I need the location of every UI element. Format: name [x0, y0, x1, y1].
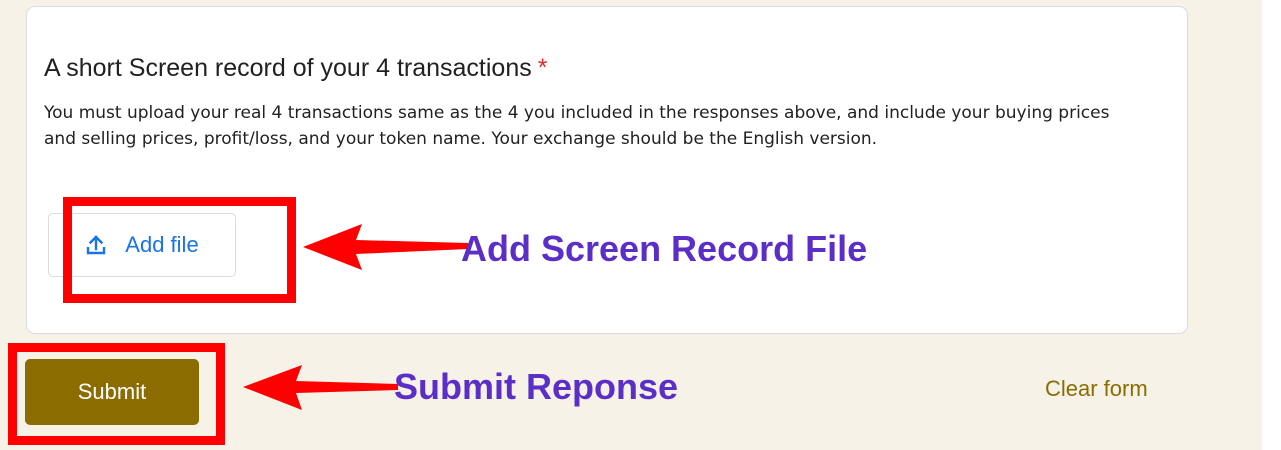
- add-file-annotation: Add Screen Record File: [461, 228, 868, 269]
- page-edge-strip: [1262, 0, 1281, 450]
- submit-highlight-box: [8, 343, 225, 445]
- clear-form-link[interactable]: Clear form: [1045, 376, 1148, 402]
- question-title-text: A short Screen record of your 4 transact…: [44, 54, 532, 82]
- add-file-arrow: [303, 224, 468, 270]
- submit-annotation: Submit Reponse: [394, 366, 679, 407]
- add-file-highlight-box: [63, 197, 296, 303]
- submit-arrow: [243, 365, 398, 410]
- required-asterisk: *: [537, 54, 548, 82]
- question-title: A short Screen record of your 4 transact…: [44, 54, 547, 83]
- question-description: You must upload your real 4 transactions…: [44, 103, 1110, 149]
